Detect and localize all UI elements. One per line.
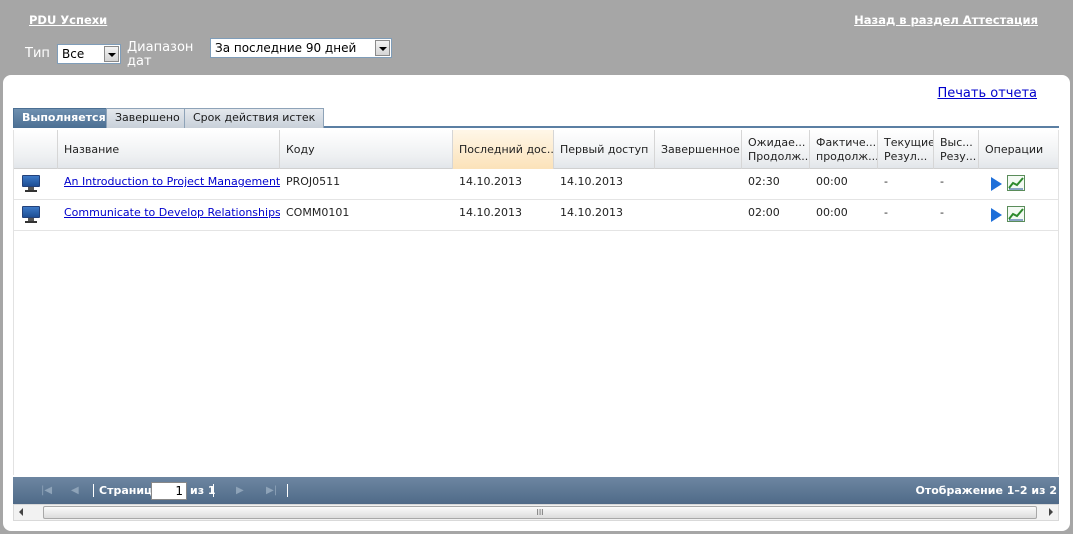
date-range-label-line2: дат (127, 54, 152, 69)
main-panel: Печать отчета Выполняется Завершено Срок… (3, 75, 1070, 531)
back-to-certification-link[interactable]: Назад в раздел Аттестация (854, 13, 1038, 27)
header-high-line2: Резу... (940, 150, 977, 163)
chart-icon[interactable] (1007, 206, 1025, 222)
pdu-successes-link[interactable]: PDU Успехи (29, 13, 107, 27)
last-access: 14.10.2013 (459, 206, 522, 219)
completed-date (655, 169, 742, 200)
actual-duration: 00:00 (816, 206, 848, 219)
expected-duration: 02:30 (748, 175, 780, 188)
chevron-down-icon[interactable] (375, 40, 390, 56)
header-actual-line2: продолж... (816, 150, 878, 163)
next-page-icon[interactable]: ▶ (236, 485, 244, 496)
last-page-icon[interactable]: ▶| (266, 485, 277, 496)
pagination-bar: |◀ ◀ Страница 1 из 1 ▶ ▶| Отображение 1–… (13, 477, 1059, 504)
high-result: - (940, 175, 944, 188)
chart-icon[interactable] (1007, 175, 1025, 191)
header-name[interactable]: Название (58, 130, 280, 169)
table-row: An Introduction to Project Management PR… (14, 169, 1058, 200)
header-operations: Операции (985, 143, 1044, 156)
expected-duration: 02:00 (748, 206, 780, 219)
first-page-icon[interactable]: |◀ (41, 485, 52, 496)
display-count: Отображение 1–2 из 2 (915, 484, 1058, 497)
header-first-access[interactable]: Первый доступ (554, 130, 655, 169)
pager-separator (213, 484, 214, 497)
header-completed[interactable]: Завершенное (655, 130, 742, 169)
type-label: Тип (25, 46, 50, 61)
current-result: - (884, 206, 888, 219)
status-tabs: Выполняется Завершено Срок действия исте… (13, 106, 1059, 128)
header-last-access[interactable]: Последний дос... (453, 130, 554, 169)
prev-page-icon[interactable]: ◀ (71, 485, 79, 496)
table-row: Communicate to Develop Relationships COM… (14, 200, 1058, 231)
course-name-cell: Communicate to Develop Relationships (58, 200, 280, 231)
date-range-label: Диапазон дат (127, 41, 193, 69)
first-access: 14.10.2013 (560, 175, 623, 188)
date-range-select-value: За последние 90 дней (215, 41, 357, 55)
page-of-label: из 1 (190, 484, 216, 497)
pager-separator (287, 484, 288, 497)
actual-duration: 00:00 (816, 175, 848, 188)
course-monitor-icon (22, 206, 40, 223)
scrollbar-grip: III (536, 508, 544, 517)
course-monitor-icon (22, 175, 40, 192)
header-current-result[interactable]: Текущие Резул... (878, 130, 934, 169)
play-icon[interactable] (991, 177, 1002, 191)
completed-date (655, 200, 742, 231)
header-expected-line2: Продолж... (748, 150, 810, 163)
scrollbar-thumb[interactable]: III (43, 506, 1037, 519)
header-code[interactable]: Коду (280, 130, 453, 169)
tab-in-progress[interactable]: Выполняется (13, 108, 115, 128)
header-icon-column (14, 130, 58, 169)
grid-header: Название Коду Последний дос... Первый до… (14, 130, 1058, 169)
pager-separator (93, 484, 94, 497)
high-result: - (940, 206, 944, 219)
last-access: 14.10.2013 (459, 175, 522, 188)
scroll-left-icon[interactable] (19, 508, 23, 516)
print-report-link[interactable]: Печать отчета (937, 86, 1037, 101)
date-range-select[interactable]: За последние 90 дней (210, 38, 392, 58)
header-actual-duration[interactable]: Фактиче... продолж... (810, 130, 878, 169)
chevron-down-icon[interactable] (104, 46, 119, 62)
current-result: - (884, 175, 888, 188)
course-code: PROJ0511 (286, 175, 341, 188)
tab-expired[interactable]: Срок действия истек (184, 108, 325, 128)
course-name-link[interactable]: Communicate to Develop Relationships (64, 206, 280, 219)
header-high-result[interactable]: Выс... Резу... (934, 130, 979, 169)
horizontal-scrollbar[interactable]: III (13, 504, 1059, 521)
course-name-cell: An Introduction to Project Management (58, 169, 280, 200)
type-select-value: Все (62, 47, 85, 61)
play-icon[interactable] (991, 208, 1002, 222)
course-code: COMM0101 (286, 206, 350, 219)
header-actual-line1: Фактиче... (816, 136, 877, 149)
header-expected-duration[interactable]: Ожидае... Продолж... (742, 130, 810, 169)
header-high-line1: Выс... (940, 136, 973, 149)
page-number-input[interactable]: 1 (151, 482, 187, 500)
first-access: 14.10.2013 (560, 206, 623, 219)
course-name-link[interactable]: An Introduction to Project Management (64, 175, 280, 188)
type-select[interactable]: Все (57, 44, 121, 64)
scroll-right-icon[interactable] (1049, 508, 1053, 516)
courses-grid: Название Коду Последний дос... Первый до… (13, 130, 1059, 475)
header-current-line1: Текущие (884, 136, 934, 149)
date-range-label-line1: Диапазон (127, 40, 194, 55)
header-current-line2: Резул... (884, 150, 928, 163)
header-expected-line1: Ожидае... (748, 136, 806, 149)
tab-completed[interactable]: Завершено (106, 108, 189, 128)
